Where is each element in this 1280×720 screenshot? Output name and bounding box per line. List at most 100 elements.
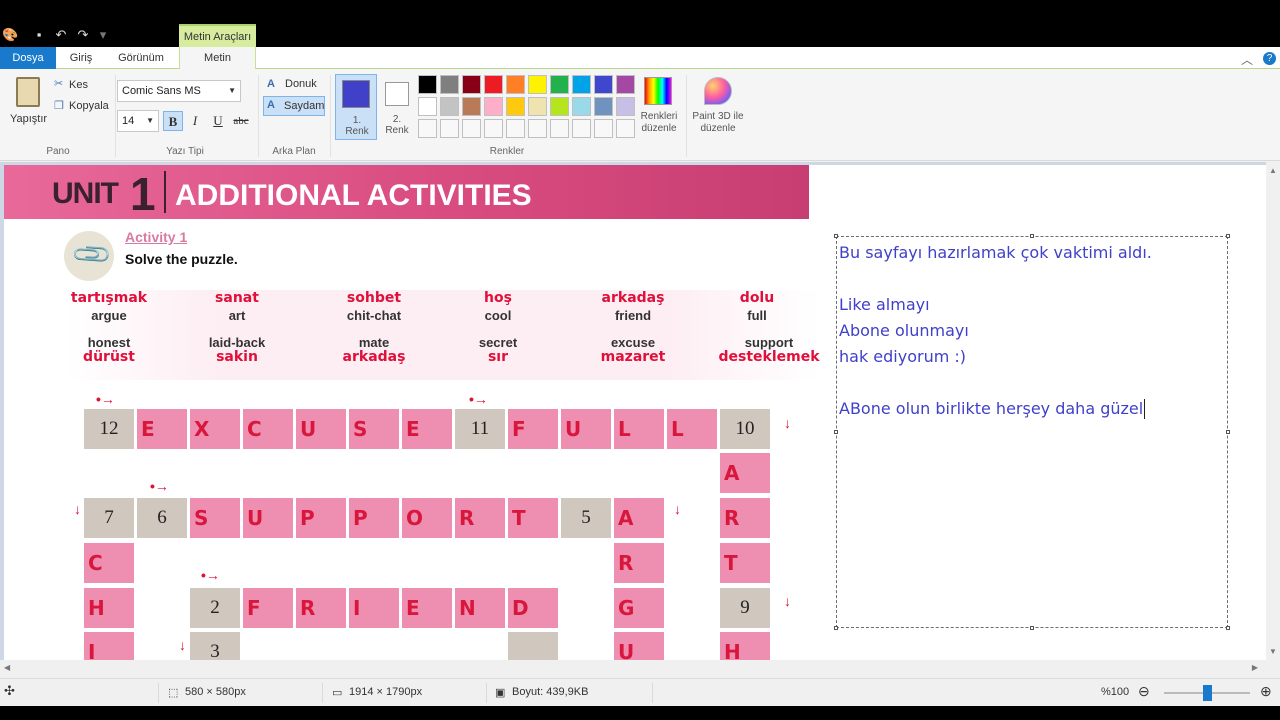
save-icon[interactable]: ▪ (32, 28, 46, 42)
copy-button[interactable]: Kopyala (69, 100, 109, 112)
help-icon[interactable]: ? (1263, 52, 1276, 65)
selection-icon: ⬚ (168, 687, 179, 699)
crossword-letter-cell: L (614, 409, 664, 449)
palette-color-swatch[interactable] (528, 97, 547, 116)
transparent-icon: A (267, 99, 275, 111)
canvas-area[interactable]: UNIT 1 ADDITIONAL ACTIVITIES 📎 Activity … (0, 162, 1266, 660)
text-box-line: Like almayı (839, 295, 930, 314)
crossword-letter-cell: R (455, 498, 505, 538)
palette-color-swatch[interactable] (572, 97, 591, 116)
clipboard-group-label: Pano (46, 146, 70, 157)
tab-file[interactable]: Dosya (0, 47, 56, 69)
palette-color-swatch[interactable] (550, 75, 569, 94)
separator (652, 683, 653, 703)
crossword-letter-cell: U (561, 409, 611, 449)
scroll-up-icon[interactable]: ▲ (1269, 166, 1277, 175)
resize-handle[interactable] (834, 430, 838, 434)
color-palette (418, 75, 640, 141)
vocab-turkish: hoş (484, 290, 512, 306)
palette-color-swatch[interactable] (462, 119, 481, 138)
resize-handle[interactable] (1226, 430, 1230, 434)
bold-button[interactable]: B (163, 111, 183, 131)
paint-app-icon[interactable]: 🎨 (2, 28, 18, 42)
paint3d-button[interactable]: Paint 3D ile düzenle (690, 75, 746, 141)
palette-color-swatch[interactable] (440, 97, 459, 116)
color2-button[interactable]: 2. Renk (378, 74, 416, 140)
palette-color-swatch[interactable] (528, 75, 547, 94)
underline-button[interactable]: U (208, 111, 228, 131)
font-family-select[interactable]: Comic Sans MS ▼ (117, 80, 241, 102)
transparent-button[interactable]: A Saydam (263, 96, 325, 116)
color2-label: 2. Renk (385, 114, 409, 136)
opaque-button[interactable]: A Donuk (265, 76, 323, 95)
disk-icon: ▣ (495, 687, 506, 699)
zoom-slider[interactable] (1164, 685, 1250, 701)
horizontal-scrollbar[interactable]: ◀ ▶ (0, 660, 1266, 678)
crossword-letter-cell: X (190, 409, 240, 449)
palette-color-swatch[interactable] (506, 119, 525, 138)
palette-color-swatch[interactable] (418, 75, 437, 94)
color1-button[interactable]: 1. Renk (335, 74, 377, 140)
palette-color-swatch[interactable] (440, 75, 459, 94)
scroll-left-icon[interactable]: ◀ (4, 663, 10, 672)
zoom-out-icon[interactable]: ⊖ (1138, 683, 1150, 700)
collapse-ribbon-icon[interactable]: ︿ (1241, 51, 1253, 68)
palette-color-swatch[interactable] (484, 119, 503, 138)
crossword-letter-cell: E (402, 409, 452, 449)
resize-handle[interactable] (1226, 234, 1230, 238)
vertical-scrollbar[interactable]: ▲ ▼ (1266, 162, 1280, 660)
scissors-icon: ✂ (54, 78, 64, 90)
image-canvas[interactable]: UNIT 1 ADDITIONAL ACTIVITIES 📎 Activity … (4, 165, 1266, 660)
tab-home[interactable]: Giriş (60, 47, 102, 69)
palette-color-swatch[interactable] (594, 75, 613, 94)
paste-button[interactable]: Yapıştır (8, 75, 48, 135)
palette-color-swatch[interactable] (528, 119, 547, 138)
palette-color-swatch[interactable] (550, 119, 569, 138)
palette-color-swatch[interactable] (462, 97, 481, 116)
vocab-turkish: arkadaş (342, 349, 406, 365)
tab-view[interactable]: Görünüm (110, 47, 172, 69)
palette-color-swatch[interactable] (572, 75, 591, 94)
zoom-slider-thumb[interactable] (1203, 685, 1212, 701)
undo-icon[interactable]: ↶ (54, 28, 68, 42)
vocab-english: honest (87, 335, 131, 350)
palette-color-swatch[interactable] (572, 119, 591, 138)
palette-color-swatch[interactable] (418, 119, 437, 138)
tab-text[interactable]: Metin (179, 47, 256, 70)
palette-color-swatch[interactable] (506, 75, 525, 94)
redo-icon[interactable]: ↷ (76, 28, 90, 42)
resize-handle[interactable] (834, 234, 838, 238)
scroll-down-icon[interactable]: ▼ (1269, 647, 1277, 656)
italic-button[interactable]: I (185, 111, 205, 131)
resize-handle[interactable] (1030, 234, 1034, 238)
scroll-right-icon[interactable]: ▶ (1252, 663, 1258, 672)
palette-color-swatch[interactable] (440, 119, 459, 138)
palette-color-swatch[interactable] (550, 97, 569, 116)
resize-handle[interactable] (834, 626, 838, 630)
palette-color-swatch[interactable] (594, 97, 613, 116)
palette-color-swatch[interactable] (616, 119, 635, 138)
text-box-line: ABone olun birlikte herşey daha güzel (839, 399, 1144, 418)
palette-color-swatch[interactable] (616, 97, 635, 116)
customize-quick-access-icon[interactable]: ▾ (96, 28, 110, 42)
palette-color-swatch[interactable] (506, 97, 525, 116)
arrow-down-icon: ↓ (74, 501, 81, 517)
resize-handle[interactable] (1226, 626, 1230, 630)
text-box[interactable]: Bu sayfayı hazırlamak çok vaktimi aldı. L… (834, 234, 1230, 630)
strikethrough-button[interactable]: abc (231, 111, 251, 131)
crossword-letter-cell: I (349, 588, 399, 628)
title-bar: 🎨 ▪ ↶ ↷ ▾ Metin Araçları (0, 0, 1280, 47)
font-size-select[interactable]: 14 ▼ (117, 110, 159, 132)
cut-button[interactable]: Kes (69, 79, 88, 91)
palette-color-swatch[interactable] (594, 119, 613, 138)
palette-color-swatch[interactable] (616, 75, 635, 94)
resize-handle[interactable] (1030, 626, 1034, 630)
palette-color-swatch[interactable] (484, 75, 503, 94)
palette-color-swatch[interactable] (418, 97, 437, 116)
edit-colors-button[interactable]: Renkleri düzenle (638, 75, 680, 141)
zoom-in-icon[interactable]: ⊕ (1260, 683, 1272, 700)
palette-color-swatch[interactable] (484, 97, 503, 116)
crossword-letter-cell: P (296, 498, 346, 538)
crossword-letter-cell: U (243, 498, 293, 538)
palette-color-swatch[interactable] (462, 75, 481, 94)
